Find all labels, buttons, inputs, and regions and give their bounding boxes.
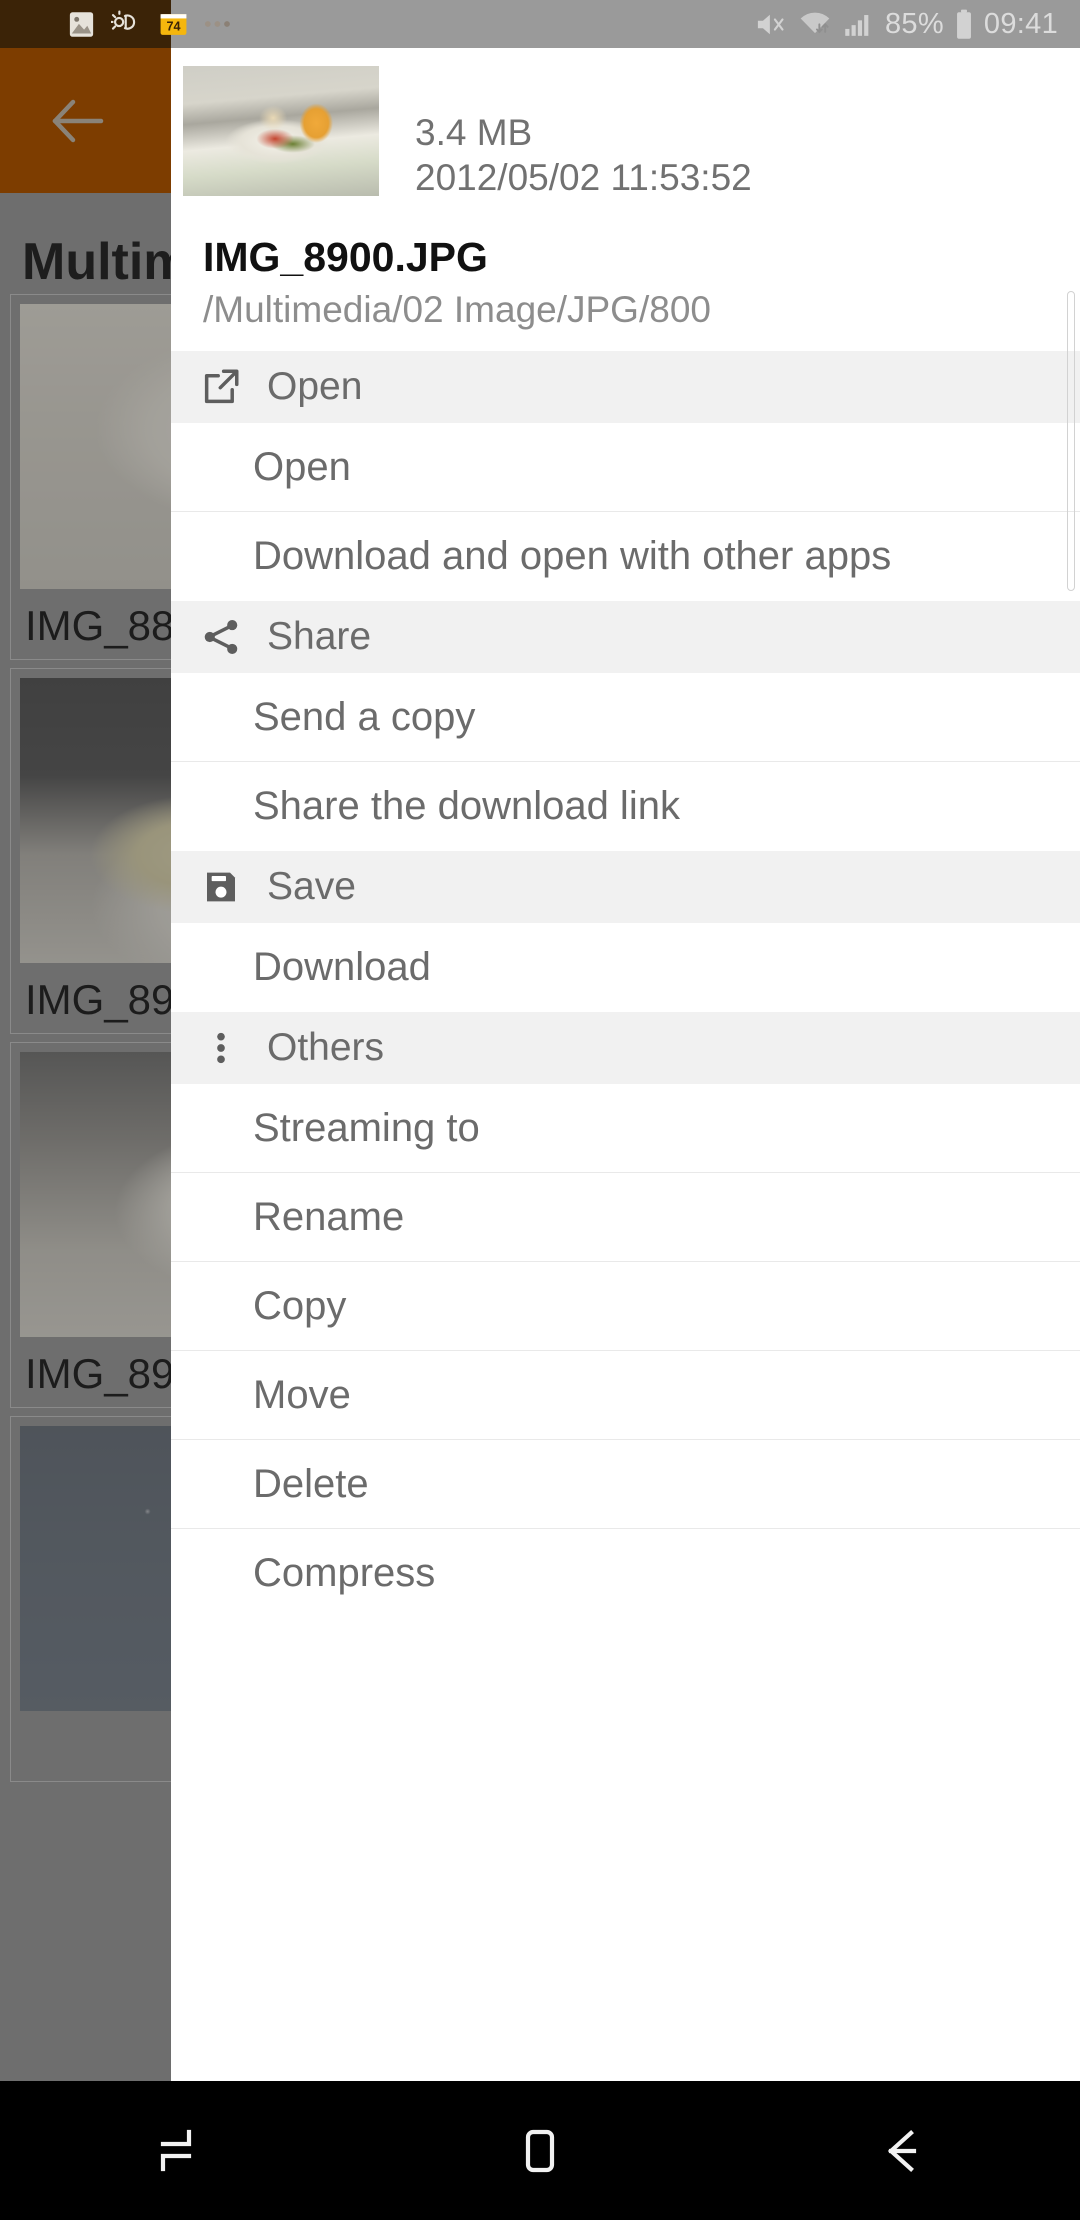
menu-item-label: Rename bbox=[253, 1195, 404, 1240]
section-label: Open bbox=[267, 365, 362, 409]
file-action-dialog: 3.4 MB 2012/05/02 11:53:52 IMG_8900.JPG … bbox=[171, 48, 1080, 2081]
dialog-header: 3.4 MB 2012/05/02 11:53:52 IMG_8900.JPG … bbox=[171, 48, 1080, 331]
phone-screen: Qf Multimed IMG_8898.J IMG_8903.J IMG_89… bbox=[0, 0, 1080, 2220]
floppy-save-icon bbox=[189, 867, 253, 907]
menu-item-label: Share the download link bbox=[253, 784, 680, 829]
section-header-save: Save bbox=[171, 851, 1080, 923]
android-navigation-bar bbox=[0, 2081, 1080, 2220]
toolbar-back-button[interactable] bbox=[46, 90, 108, 152]
battery-icon bbox=[955, 9, 973, 40]
share-icon bbox=[189, 616, 253, 658]
recents-button[interactable] bbox=[0, 2081, 360, 2220]
battery-percent: 85% bbox=[885, 8, 944, 41]
overflow-dots-icon bbox=[189, 1028, 253, 1068]
menu-item-download-and-open-with-other-apps[interactable]: Download and open with other apps bbox=[171, 512, 1080, 601]
more-dots-icon bbox=[203, 18, 239, 30]
home-icon bbox=[514, 2125, 566, 2177]
section-header-others: Others bbox=[171, 1012, 1080, 1084]
mute-icon bbox=[754, 10, 787, 39]
back-arrow-icon bbox=[49, 98, 105, 144]
section-header-open: Open bbox=[171, 351, 1080, 423]
clock: 09:41 bbox=[984, 8, 1058, 41]
image-icon bbox=[66, 9, 97, 40]
signal-icon bbox=[843, 10, 874, 39]
status-bar: 74 bbox=[0, 0, 1080, 48]
menu-item-copy[interactable]: Copy bbox=[171, 1262, 1080, 1351]
weather-icon bbox=[111, 9, 144, 40]
dialog-scrollbar[interactable] bbox=[1067, 291, 1075, 591]
menu-item-label: Move bbox=[253, 1373, 351, 1418]
dialog-menu: Open Open Download and open with other a… bbox=[171, 351, 1080, 1618]
back-button[interactable] bbox=[720, 2081, 1080, 2220]
dialog-file-thumbnail bbox=[183, 66, 379, 196]
file-date: 2012/05/02 11:53:52 bbox=[415, 155, 752, 200]
menu-item-label: Compress bbox=[253, 1551, 435, 1596]
svg-text:74: 74 bbox=[166, 19, 180, 33]
menu-item-share-the-download-link[interactable]: Share the download link bbox=[171, 762, 1080, 851]
menu-item-label: Copy bbox=[253, 1284, 346, 1329]
menu-item-move[interactable]: Move bbox=[171, 1351, 1080, 1440]
menu-item-compress[interactable]: Compress bbox=[171, 1529, 1080, 1618]
file-size: 3.4 MB bbox=[415, 110, 752, 155]
menu-item-download[interactable]: Download bbox=[171, 923, 1080, 1012]
section-label: Others bbox=[267, 1026, 384, 1070]
section-label: Share bbox=[267, 615, 371, 659]
recents-icon bbox=[154, 2125, 206, 2177]
menu-item-delete[interactable]: Delete bbox=[171, 1440, 1080, 1529]
section-label: Save bbox=[267, 865, 356, 909]
menu-item-label: Download and open with other apps bbox=[253, 534, 891, 579]
menu-item-label: Streaming to bbox=[253, 1106, 480, 1151]
menu-item-rename[interactable]: Rename bbox=[171, 1173, 1080, 1262]
menu-item-label: Open bbox=[253, 445, 351, 490]
external-link-icon bbox=[189, 366, 253, 408]
menu-item-open[interactable]: Open bbox=[171, 423, 1080, 512]
dialog-filepath: /Multimedia/02 Image/JPG/800 bbox=[203, 289, 1080, 331]
wifi-icon bbox=[798, 10, 832, 39]
home-button[interactable] bbox=[360, 2081, 720, 2220]
menu-item-label: Download bbox=[253, 945, 431, 990]
status-bar-notification-icons: 74 bbox=[66, 0, 239, 48]
dialog-filename: IMG_8900.JPG bbox=[203, 234, 1080, 281]
section-header-share: Share bbox=[171, 601, 1080, 673]
calendar-74-icon: 74 bbox=[158, 9, 189, 40]
back-icon bbox=[874, 2125, 926, 2177]
menu-item-label: Send a copy bbox=[253, 695, 475, 740]
menu-item-label: Delete bbox=[253, 1462, 369, 1507]
menu-item-send-a-copy[interactable]: Send a copy bbox=[171, 673, 1080, 762]
status-bar-system-icons: 85% 09:41 bbox=[754, 0, 1058, 48]
menu-item-streaming-to[interactable]: Streaming to bbox=[171, 1084, 1080, 1173]
